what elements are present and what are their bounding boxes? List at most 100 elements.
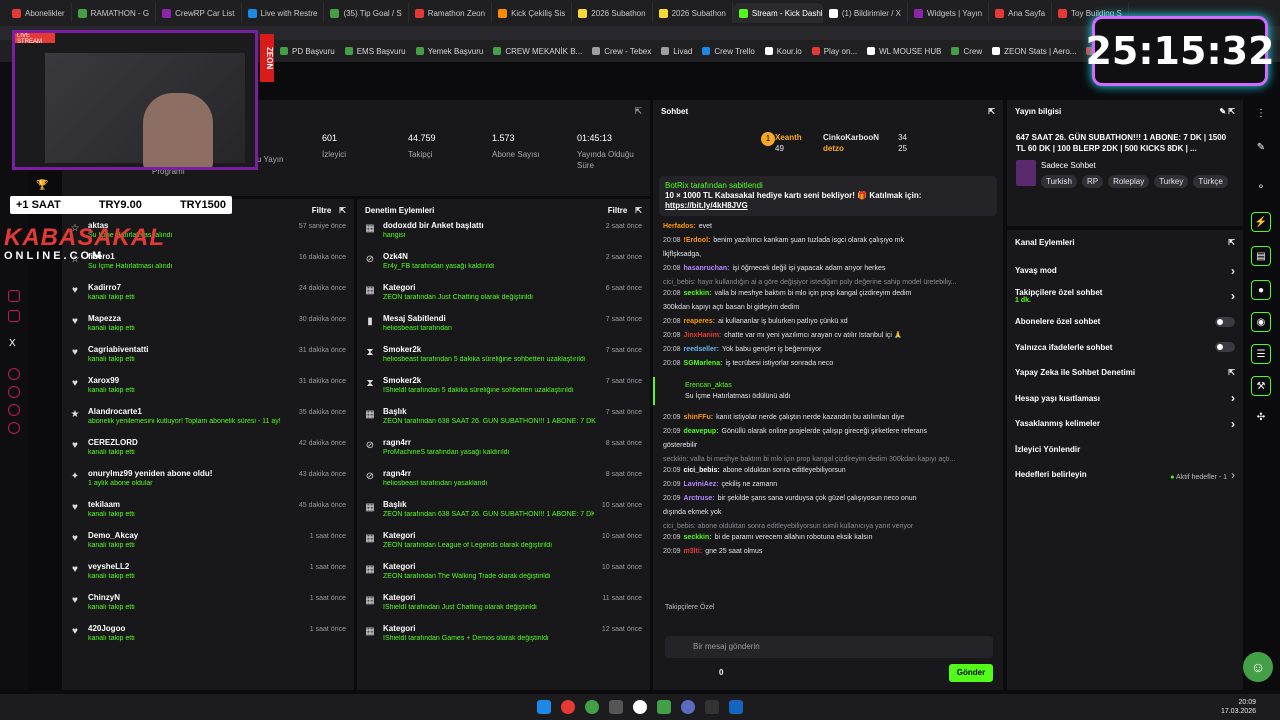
chat-message[interactable]: lkjflşksadga, xyxy=(653,250,1003,264)
chat-message[interactable]: 20:08 !Erdool: benim yazılımcı kankam şuan… xyxy=(653,236,1003,250)
event-row[interactable]: ♥ CEREZLORD kanalı takip etti 42 dakika önc… xyxy=(62,438,354,469)
chat-message[interactable]: cici_bebis: hayır kullandığın ai a göre … xyxy=(653,278,1003,289)
event-row[interactable]: ⧗ Smoker2k IShieldI tarafından 5 dakika sü… xyxy=(357,376,650,407)
bookmark-item[interactable]: EMS Başvuru xyxy=(344,47,406,56)
bookmark-item[interactable]: WL MOUSE HUB xyxy=(867,47,941,56)
system-clock[interactable]: 20:09 17.03.2026 xyxy=(1221,698,1256,716)
browser-tab[interactable]: 2026 Subathon xyxy=(653,3,733,23)
youtube-icon[interactable] xyxy=(8,310,20,322)
browser-tab[interactable]: 2026 Subathon xyxy=(572,3,653,23)
bookmark-item[interactable]: Crew - Tebex xyxy=(592,47,651,56)
gifter-name[interactable]: Xeanth xyxy=(775,133,802,142)
message-username[interactable]: hasanruchan: xyxy=(684,265,730,272)
browser-tab[interactable]: CrewRP Car List xyxy=(156,3,242,23)
edit-icon[interactable]: ✎ ⇱ xyxy=(1219,107,1235,116)
channel-action[interactable]: Hesap yaşı kısıtlaması › xyxy=(1007,386,1243,412)
chat-message[interactable]: cici_bebis: abone olduktan sonra editley… xyxy=(653,522,1003,533)
chat-message[interactable]: Herfados: evet xyxy=(653,222,1003,236)
message-username[interactable]: cici_bebis: xyxy=(684,467,720,474)
chat-message[interactable]: 20:08 reedseller: Yok babu gençler iş beğe… xyxy=(653,345,1003,359)
event-row[interactable]: ▦ Kategori ZEON tarafından Just Chatting o… xyxy=(357,283,650,314)
chat-message[interactable]: dışında ekmek yok xyxy=(653,508,1003,522)
message-username[interactable]: LaviniAez: xyxy=(684,481,719,488)
chat-input[interactable]: Bir mesaj gönderin xyxy=(665,636,993,658)
pencil-icon[interactable]: ✎ xyxy=(1251,138,1271,158)
bookmark-item[interactable]: Crew xyxy=(951,47,982,56)
event-row[interactable]: ⊘ Ozk4N Er4y_FB tarafından yasağı kaldırıl… xyxy=(357,252,650,283)
chat-message[interactable]: 20:09 m3lti: gne 25 saat olmus xyxy=(653,547,1003,561)
epic-icon[interactable] xyxy=(705,700,719,714)
apps-icon[interactable]: ✣ xyxy=(1251,408,1271,428)
message-username[interactable]: seckkin: xyxy=(684,534,712,541)
event-row[interactable]: ▦ dodoxdd bir Anket başlattı hangisi 2 saat… xyxy=(357,221,650,252)
browser-tab[interactable]: Ana Sayfa xyxy=(989,3,1053,23)
send-button[interactable]: Gönder xyxy=(949,664,993,682)
list-icon[interactable]: ☰ xyxy=(1251,344,1271,364)
chat-message[interactable]: seckkin: valla bi meshye baktım bi mlo i… xyxy=(653,455,1003,466)
event-row[interactable]: ▦ Başlık ZEON tarafından 638 SAAT 26. GÜN … xyxy=(357,500,650,531)
channel-action[interactable]: Yalnızca ifadelerle sohbet xyxy=(1007,335,1243,361)
event-row[interactable]: ⧗ Smoker2k heliosbeast tarafından 5 dakika… xyxy=(357,345,650,376)
message-username[interactable]: Herfados: xyxy=(663,223,696,230)
lightning-icon[interactable]: ⚡ xyxy=(1251,212,1271,232)
message-username[interactable]: shinFFu: xyxy=(684,414,714,421)
channel-action[interactable]: Yavaş mod › xyxy=(1007,258,1243,284)
message-username[interactable]: reedseller: xyxy=(684,346,719,353)
browser-tab[interactable]: (35) Tip Goal / S xyxy=(324,3,409,23)
support-button[interactable]: ☺ xyxy=(1243,652,1273,682)
browser-tab[interactable]: RAMATHON - G xyxy=(72,3,157,23)
chat-message[interactable]: 20:09 shinFFu: kanıt istiyolar nerde çalış… xyxy=(653,413,1003,427)
bookmark-item[interactable]: Crew Trello xyxy=(702,47,755,56)
app-icon[interactable] xyxy=(609,700,623,714)
settings-icon[interactable] xyxy=(8,368,20,380)
bookmark-item[interactable]: Kour.io xyxy=(764,47,802,56)
event-row[interactable]: ▦ Kategori ZEON tarafından The Walking Tra… xyxy=(357,562,650,593)
bookmark-item[interactable]: PD Başvuru xyxy=(280,47,335,56)
popout-icon[interactable]: ⇱ xyxy=(988,107,995,116)
toggle-switch[interactable] xyxy=(1215,342,1235,353)
chat-message[interactable]: 20:09 deavepup: Gönüllü olarak online proj… xyxy=(653,427,1003,441)
browser-tab[interactable]: Kick Çekiliş Sis xyxy=(492,3,573,23)
chat-message[interactable]: 20:09 seckkin: bi de paramı verecem allahı… xyxy=(653,533,1003,547)
event-row[interactable]: ♥ 420Jogoo kanalı takip etti 1 saat önce xyxy=(62,624,354,655)
event-row[interactable]: ♥ Kadirro7 kanalı takip etti 24 dakika önce xyxy=(62,283,354,314)
chat-message[interactable]: 20:09 cici_bebis: abone olduktan sonra edi… xyxy=(653,466,1003,480)
chat-message[interactable]: 20:08 JinxHanim: chatte var mı yeni yazılı… xyxy=(653,331,1003,345)
event-row[interactable]: ♥ ChinzyN kanalı takip etti 1 saat önce xyxy=(62,593,354,624)
channel-action[interactable]: Takipçilere özel sohbet 1 dk. › xyxy=(1007,284,1243,310)
discord-icon[interactable] xyxy=(8,290,20,302)
event-row[interactable]: ♥ Xarox99 kanalı takip etti 31 dakika önce xyxy=(62,376,354,407)
filter-button[interactable]: Filtre xyxy=(312,206,332,215)
event-row[interactable]: ✦ onurylmz99 yeniden abone oldu! 1 aylık a… xyxy=(62,469,354,500)
help-icon[interactable] xyxy=(8,386,20,398)
bookmark-item[interactable]: Play on... xyxy=(811,47,857,56)
bookmark-item[interactable]: CREW MEKANİK B... xyxy=(493,47,582,56)
chat-message[interactable]: 20:09 Arctruse: bir şekilde şans sana vurd… xyxy=(653,494,1003,508)
stream-tag[interactable]: Roleplay xyxy=(1108,175,1150,188)
bookmark-item[interactable]: Yemek Başvuru xyxy=(415,47,483,56)
browser-tab[interactable]: Abonelikler xyxy=(6,3,72,23)
browser-tab[interactable]: Live with Restre xyxy=(242,3,325,23)
browser-tab[interactable]: Widgets | Yayın xyxy=(908,3,990,23)
event-row[interactable]: ⊘ ragn4rr heliosbeast tarafından yasakland… xyxy=(357,469,650,500)
start-icon[interactable] xyxy=(537,700,551,714)
event-row[interactable]: ▦ Kategori IShieldI tarafından Just Chatti… xyxy=(357,593,650,624)
event-row[interactable]: ⊘ ragn4rr ProMachineS tarafından yasağı ka… xyxy=(357,438,650,469)
stream-tag[interactable]: Türkçe xyxy=(1193,175,1228,188)
share-icon[interactable]: ⚬ xyxy=(1251,178,1271,198)
gifter-name[interactable]: detzo xyxy=(823,143,844,154)
toggle-switch[interactable] xyxy=(1215,316,1235,327)
xbox-icon[interactable] xyxy=(657,700,671,714)
chrome-icon[interactable] xyxy=(633,700,647,714)
channel-action[interactable]: Yapay Zeka ile Sohbet Denetimi ⇱ xyxy=(1007,360,1243,386)
bookmark-item[interactable]: Livad xyxy=(661,47,692,56)
cog-icon[interactable] xyxy=(8,422,20,434)
event-row[interactable]: ♥ Demo_Akcay kanalı takip etti 1 saat önce xyxy=(62,531,354,562)
chat-message[interactable]: 20:09 LaviniAez: çekiliş ne zamann xyxy=(653,480,1003,494)
browser-tab[interactable]: (1) Bildirimler / X xyxy=(823,3,908,23)
gifter-name[interactable]: CinkoKarbooN xyxy=(823,132,879,143)
event-row[interactable]: ♥ Mapezza kanalı takip etti 30 dakika önce xyxy=(62,314,354,345)
message-username[interactable]: deavepup: xyxy=(684,428,719,435)
stream-tag[interactable]: RP xyxy=(1081,175,1104,188)
reward-user[interactable]: Erencan_aktas xyxy=(685,380,973,391)
